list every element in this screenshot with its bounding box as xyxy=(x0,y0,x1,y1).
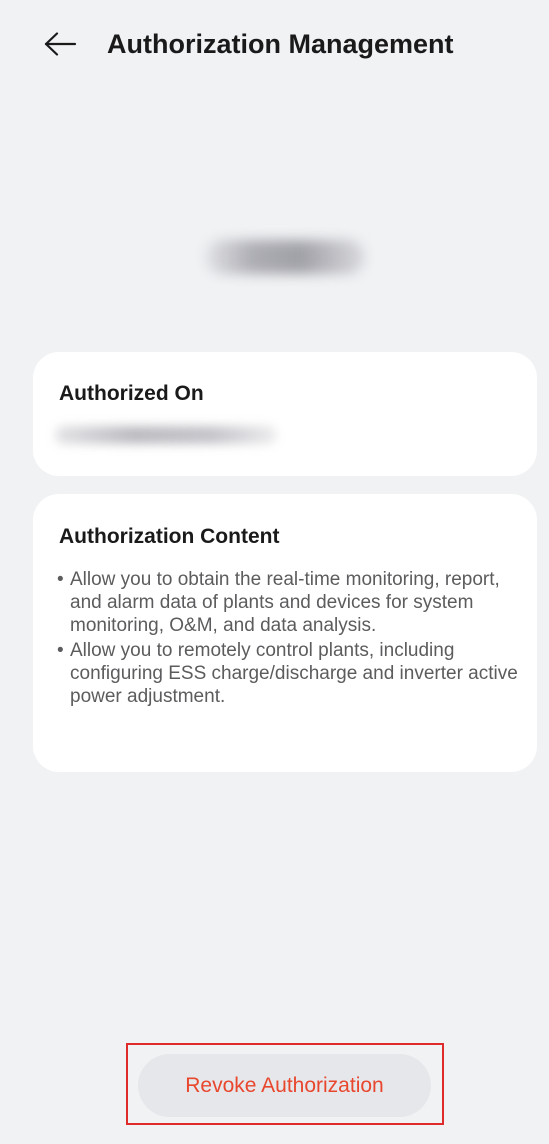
authorization-content-card: Authorization Content • Allow you to obt… xyxy=(33,494,537,772)
authorized-date-redacted xyxy=(55,426,277,444)
app-header: Authorization Management xyxy=(0,0,549,90)
list-item-text: Allow you to remotely control plants, in… xyxy=(70,640,518,707)
arrow-left-icon xyxy=(44,32,77,56)
bullet-marker: • xyxy=(57,569,64,590)
page-title: Authorization Management xyxy=(107,29,454,59)
back-button[interactable] xyxy=(38,24,82,64)
account-name-redacted xyxy=(205,240,365,274)
revoke-authorization-label: Revoke Authorization xyxy=(185,1073,384,1097)
authorization-content-list: • Allow you to obtain the real-time moni… xyxy=(57,568,527,710)
list-item: • Allow you to obtain the real-time moni… xyxy=(57,568,527,637)
revoke-authorization-button[interactable]: Revoke Authorization xyxy=(138,1054,431,1117)
authorized-on-title: Authorized On xyxy=(59,382,204,405)
list-item-text: Allow you to obtain the real-time monito… xyxy=(70,569,500,636)
authorization-content-title: Authorization Content xyxy=(59,525,280,548)
authorized-on-card: Authorized On xyxy=(33,352,537,476)
list-item: • Allow you to remotely control plants, … xyxy=(57,639,527,708)
bullet-marker: • xyxy=(57,640,64,661)
